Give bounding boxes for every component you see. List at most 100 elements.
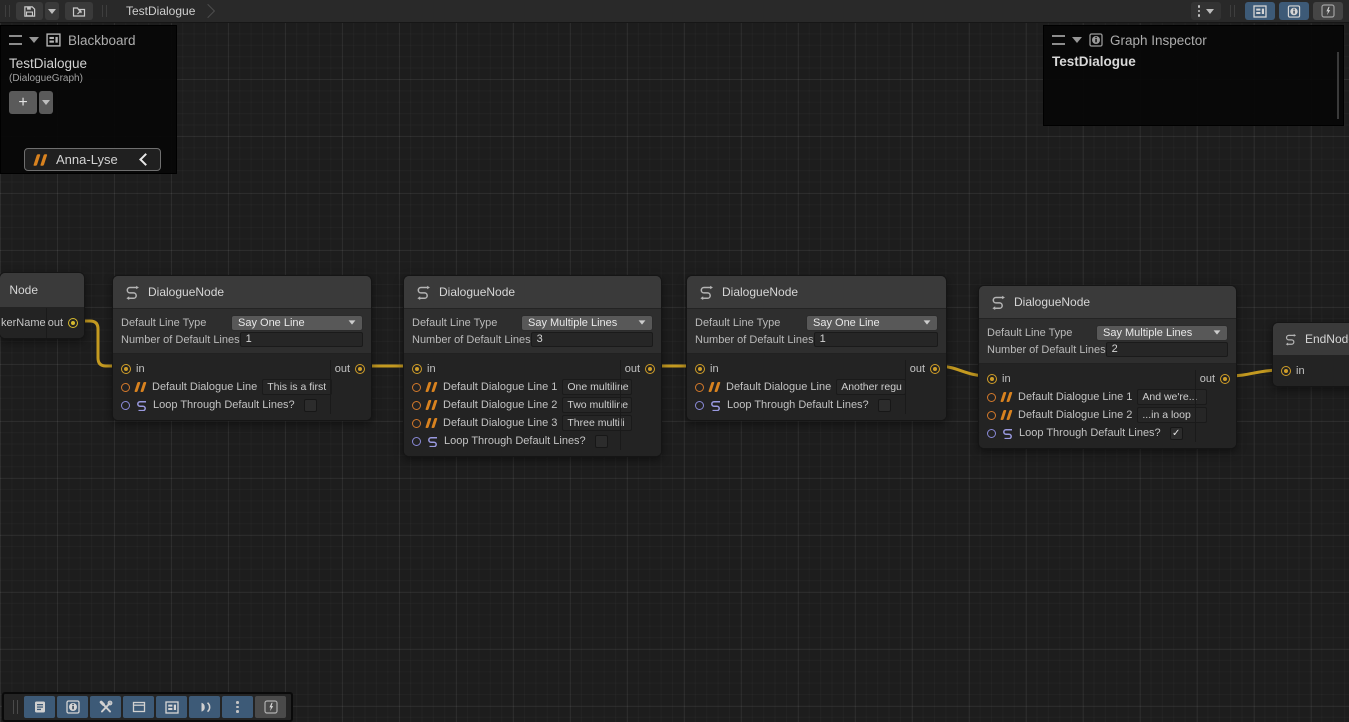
in-port[interactable] <box>695 364 705 374</box>
dialogue-node-3[interactable]: DialogueNode Default Line Type Say One L… <box>686 275 947 421</box>
tools-icon <box>99 700 113 714</box>
line-type-dropdown[interactable]: Say Multiple Lines <box>1096 325 1228 341</box>
end-node[interactable]: EndNode in <box>1272 322 1349 387</box>
chevron-down-icon <box>639 320 646 324</box>
open-asset-button[interactable] <box>65 2 93 20</box>
loop-checkbox[interactable]: ✓ <box>1170 427 1183 440</box>
toolbar-drag-handle[interactable] <box>5 5 10 17</box>
node-title: EndNode <box>1305 332 1349 346</box>
num-lines-field[interactable]: 1 <box>814 332 938 347</box>
line-port[interactable] <box>987 393 996 402</box>
more-options-button[interactable] <box>222 696 253 718</box>
blackboard-variable-anna-lyse[interactable]: Anna-Lyse <box>24 148 161 171</box>
loop-port[interactable] <box>987 429 996 438</box>
port-label: Default Dialogue Line <box>152 381 257 393</box>
port-label: out <box>910 363 925 375</box>
in-port[interactable] <box>121 364 131 374</box>
line-port[interactable] <box>695 383 704 392</box>
node-title: DialogueNode <box>439 285 515 299</box>
scrollbar[interactable] <box>1337 52 1339 119</box>
out-port[interactable] <box>1220 374 1230 384</box>
port-label: Loop Through Default Lines? <box>153 399 295 411</box>
speaker-name-value: kerName <box>0 308 46 338</box>
port-label: Loop Through Default Lines? <box>727 399 869 411</box>
collapse-triangle-icon[interactable] <box>1072 37 1082 43</box>
dialogue-node-2[interactable]: DialogueNode Default Line Type Say Multi… <box>403 275 662 457</box>
dialogue-node-icon <box>989 295 1006 310</box>
loop-port[interactable] <box>121 401 130 410</box>
loop-icon <box>135 400 148 411</box>
loop-port[interactable] <box>412 437 421 446</box>
breadcrumb-label: TestDialogue <box>126 4 195 18</box>
spark-icon <box>264 700 278 714</box>
num-lines-field[interactable]: 1 <box>240 332 363 347</box>
save-button[interactable] <box>16 2 43 20</box>
graph-inspector-panel[interactable]: Graph Inspector TestDialogue <box>1043 25 1344 126</box>
blackboard-graph-name: TestDialogue <box>9 56 87 71</box>
in-port[interactable] <box>412 364 422 374</box>
preview-toggle-button[interactable] <box>255 696 286 718</box>
num-lines-field[interactable]: 2 <box>1106 342 1228 357</box>
graph-inspector-toggle-button[interactable] <box>1279 2 1309 20</box>
drag-handle-icon[interactable] <box>9 35 22 45</box>
collapse-triangle-icon[interactable] <box>29 37 39 43</box>
port-label: in <box>710 363 719 375</box>
toolbar-drag-handle[interactable] <box>13 700 18 714</box>
out-port[interactable] <box>355 364 365 374</box>
blackboard-panel[interactable]: Blackboard TestDialogue (DialogueGraph) … <box>0 25 177 174</box>
loop-checkbox[interactable] <box>304 399 317 412</box>
num-lines-field[interactable]: 3 <box>531 332 653 347</box>
chevron-down-icon <box>1206 9 1214 14</box>
window-toggle-button[interactable] <box>123 696 154 718</box>
script-toggle-button[interactable] <box>24 696 55 718</box>
blackboard-toggle-button[interactable] <box>156 696 187 718</box>
bottom-toolbar <box>2 692 293 722</box>
tools-toggle-button[interactable] <box>90 696 121 718</box>
line-port[interactable] <box>412 401 421 410</box>
preview-toggle-button[interactable] <box>1313 2 1343 20</box>
info-icon <box>1089 33 1103 47</box>
prop-label: Number of Default Lines <box>695 334 814 346</box>
blackboard-toggle-button[interactable] <box>1245 2 1275 20</box>
loop-port[interactable] <box>695 401 704 410</box>
line-port[interactable] <box>412 419 421 428</box>
line-type-dropdown[interactable]: Say Multiple Lines <box>521 315 653 331</box>
in-port[interactable] <box>1281 366 1291 376</box>
line-port[interactable] <box>987 411 996 420</box>
transition-toggle-button[interactable] <box>189 696 220 718</box>
port-label: Default Dialogue Line 3 <box>443 417 557 429</box>
save-dropdown-button[interactable] <box>45 2 59 20</box>
line-type-dropdown[interactable]: Say One Line <box>806 315 938 331</box>
port-label: out <box>1200 373 1215 385</box>
in-port[interactable] <box>987 374 997 384</box>
chevron-left-icon[interactable] <box>139 153 152 166</box>
port-label: Default Dialogue Line 2 <box>1018 409 1132 421</box>
add-variable-dropdown-button[interactable] <box>39 91 53 114</box>
dialogue-line-field[interactable]: Another regu <box>836 379 906 395</box>
line-port[interactable] <box>121 383 130 392</box>
out-port[interactable] <box>645 364 655 374</box>
line-port[interactable] <box>412 383 421 392</box>
add-variable-button[interactable]: + <box>9 91 37 114</box>
end-node-icon <box>1283 332 1297 347</box>
out-port[interactable] <box>930 364 940 374</box>
loop-checkbox[interactable] <box>595 435 608 448</box>
quote-icon <box>34 154 48 166</box>
chevron-down-icon <box>1214 330 1221 334</box>
port-label: Default Dialogue Line 1 <box>443 381 557 393</box>
dialogue-node-4[interactable]: DialogueNode Default Line Type Say Multi… <box>978 285 1237 449</box>
breadcrumb[interactable]: TestDialogue <box>126 0 213 22</box>
line-type-dropdown[interactable]: Say One Line <box>231 315 363 331</box>
inspector-toggle-button[interactable] <box>57 696 88 718</box>
loop-checkbox[interactable] <box>878 399 891 412</box>
info-icon <box>1287 5 1301 18</box>
variable-name: Anna-Lyse <box>56 152 118 167</box>
speaker-node[interactable]: Node kerName out <box>0 272 85 339</box>
out-port[interactable] <box>68 318 78 328</box>
dropdown-value: Say One Line <box>813 317 880 329</box>
breadcrumb-arrow-icon <box>201 4 215 18</box>
dialogue-line-field[interactable]: This is a first <box>262 379 332 395</box>
drag-handle-icon[interactable] <box>1052 35 1065 45</box>
dialogue-node-1[interactable]: DialogueNode Default Line Type Say One L… <box>112 275 372 421</box>
options-menu-button[interactable] <box>1191 2 1222 20</box>
